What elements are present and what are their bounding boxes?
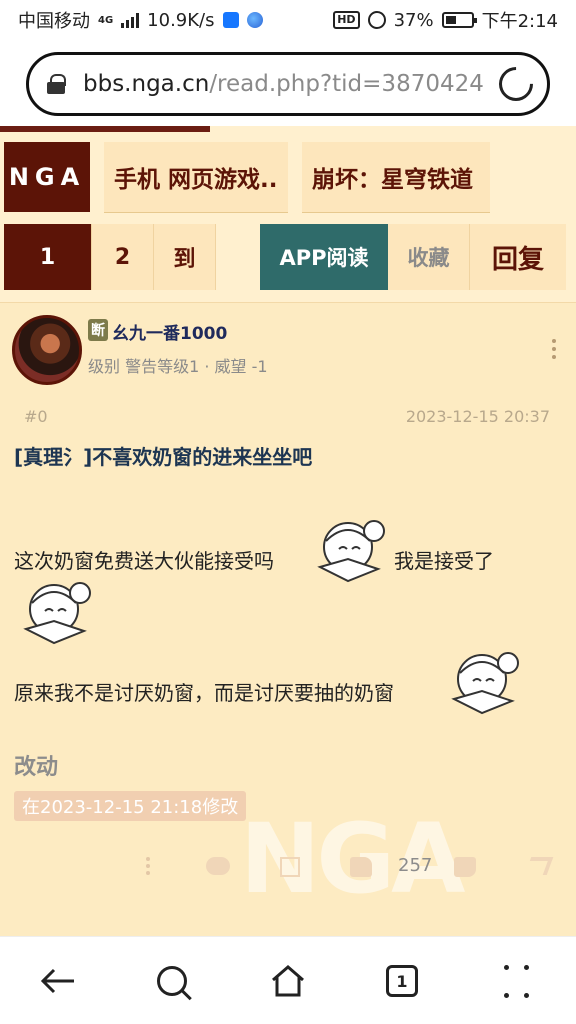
status-right: HD 37% 下午2:14 xyxy=(333,7,558,33)
battery-percent: 37% xyxy=(393,9,434,31)
net-speed: 10.9K/s xyxy=(147,9,215,31)
post-toolbar: 257 xyxy=(0,843,576,891)
avatar[interactable] xyxy=(12,315,82,385)
forum-nav: NGA 手机 网页游戏.. 崩坏：星穹铁道 xyxy=(4,142,490,212)
pager-row: 1 2 到 APP阅读 收藏 回复 xyxy=(4,224,566,290)
back-icon[interactable] xyxy=(36,959,80,1003)
search-icon[interactable] xyxy=(150,959,194,1003)
sticker-image xyxy=(23,582,91,645)
more-options-icon[interactable] xyxy=(552,339,556,359)
tab-count: 1 xyxy=(386,965,418,997)
edit-note: 在2023-12-15 21:18修改 xyxy=(14,791,247,821)
like-count: 257 xyxy=(398,855,433,876)
home-icon[interactable] xyxy=(266,959,310,1003)
username-link[interactable]: 幺九一番1000 xyxy=(112,319,227,344)
hd-icon: HD xyxy=(333,11,360,29)
clock: 下午2:14 xyxy=(481,11,558,32)
post-more-icon[interactable] xyxy=(146,857,150,875)
nga-page: NGA 手机 网页游戏.. 崩坏：星穹铁道 1 2 到 APP阅读 收藏 回复 … xyxy=(0,126,576,936)
carrier-label: 中国移动 xyxy=(18,11,90,32)
browser-bottom-nav: 1 xyxy=(0,936,576,1024)
app-read-button[interactable]: APP阅读 xyxy=(260,224,388,290)
network-label: 4G xyxy=(98,14,114,26)
tabs-button[interactable]: 1 xyxy=(380,959,424,1003)
globe-icon xyxy=(246,12,263,28)
post-title: [真理氵]不喜欢奶窗的进来坐坐吧 xyxy=(14,445,313,469)
like-icon[interactable] xyxy=(350,857,372,877)
share-icon[interactable] xyxy=(524,857,554,875)
edit-heading: 改动 xyxy=(14,755,59,780)
dislike-icon[interactable] xyxy=(454,857,476,877)
post-line-1: 这次奶窗免费送大伙能接受吗 xyxy=(14,549,274,573)
goto-page-button[interactable]: 到 xyxy=(154,224,216,290)
reply-button[interactable]: 回复 xyxy=(470,224,566,290)
sticker-image xyxy=(317,520,385,583)
url-host: bbs.nga.cn xyxy=(83,71,210,97)
lock-icon xyxy=(47,74,66,94)
gift-icon[interactable] xyxy=(280,857,300,877)
url-path: /read.php?tid=3870424 xyxy=(209,71,484,97)
battery-icon xyxy=(441,12,477,28)
comment-icon[interactable] xyxy=(206,857,230,875)
page-1-button[interactable]: 1 xyxy=(4,224,92,290)
menu-icon[interactable] xyxy=(496,959,540,1003)
post-time: 2023-12-15 20:37 xyxy=(405,407,550,426)
alarm-icon xyxy=(367,11,386,29)
nav-tab-star-rail[interactable]: 崩坏：星穹铁道 xyxy=(302,142,490,212)
signal-icon xyxy=(121,12,140,28)
page-2-button[interactable]: 2 xyxy=(92,224,154,290)
reload-icon[interactable] xyxy=(491,59,541,109)
status-left: 中国移动 4G 10.9K/s xyxy=(18,7,263,33)
nav-tab-mobile-web-games[interactable]: 手机 网页游戏.. xyxy=(104,142,288,212)
post-actions: APP阅读 收藏 回复 xyxy=(260,224,566,290)
status-bar: 中国移动 4G 10.9K/s HD 37% 下午2:14 xyxy=(0,0,576,40)
post-line-2: 原来我不是讨厌奶窗，而是讨厌要抽的奶窗 xyxy=(14,681,394,705)
address-bar[interactable]: bbs.nga.cn/read.php?tid=3870424 xyxy=(26,52,550,116)
user-level: 级别 警告等级1 · 威望 -1 xyxy=(88,357,268,376)
nga-logo-button[interactable]: NGA xyxy=(4,142,90,212)
post-card: 断 幺九一番1000 级别 警告等级1 · 威望 -1 #0 2023-12-1… xyxy=(0,302,576,936)
user-badge: 断 xyxy=(88,319,108,341)
shield-icon xyxy=(222,12,239,28)
pager: 1 2 到 xyxy=(4,224,216,290)
sticker-image xyxy=(451,652,519,715)
post-line-1b: 我是接受了 xyxy=(394,549,494,573)
floor-number: #0 xyxy=(24,407,48,426)
url-text[interactable]: bbs.nga.cn/read.php?tid=3870424 xyxy=(83,71,489,97)
favorite-button[interactable]: 收藏 xyxy=(388,224,470,290)
load-progress xyxy=(0,126,210,132)
